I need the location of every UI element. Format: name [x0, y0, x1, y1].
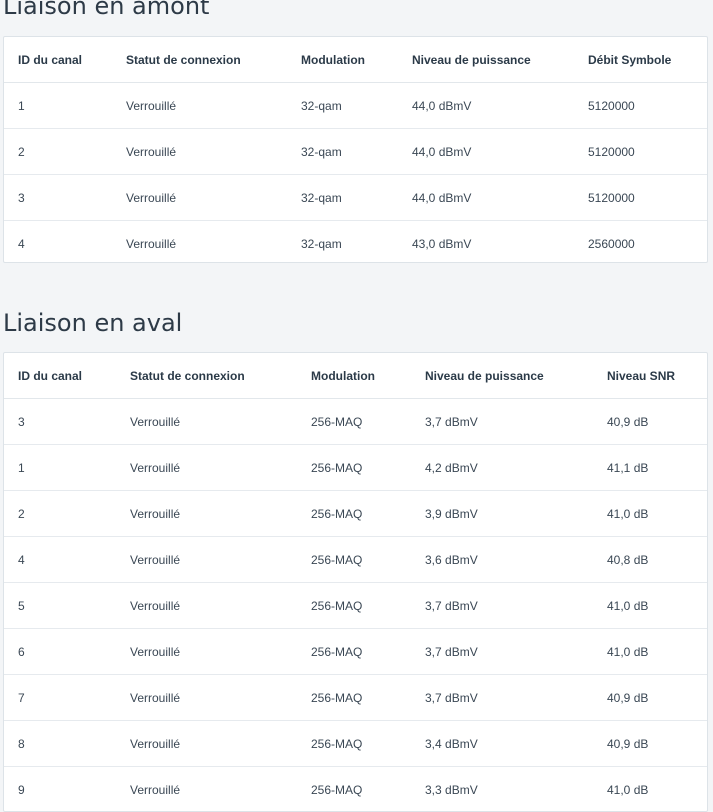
table-row: 3 Verrouillé 32-qam 44,0 dBmV 5120000 [4, 175, 707, 221]
cell-connection-status: Verrouillé [116, 721, 297, 767]
cell-snr-level: 41,1 dB [593, 445, 707, 491]
table-row: 2 Verrouillé 256-MAQ 3,9 dBmV 41,0 dB [4, 491, 707, 537]
cell-channel-id: 1 [4, 445, 116, 491]
table-row: 3 Verrouillé 256-MAQ 3,7 dBmV 40,9 dB [4, 399, 707, 445]
cell-channel-id: 1 [4, 83, 112, 129]
column-header-connection-status: Statut de connexion [116, 353, 297, 399]
cell-power-level: 3,4 dBmV [411, 721, 593, 767]
cell-modulation: 256-MAQ [297, 629, 411, 675]
table-header-row: ID du canal Statut de connexion Modulati… [4, 353, 707, 399]
cell-snr-level: 40,9 dB [593, 675, 707, 721]
cell-channel-id: 4 [4, 221, 112, 264]
cell-connection-status: Verrouillé [112, 175, 287, 221]
cell-connection-status: Verrouillé [116, 537, 297, 583]
cell-power-level: 3,6 dBmV [411, 537, 593, 583]
table-row: 6 Verrouillé 256-MAQ 3,7 dBmV 41,0 dB [4, 629, 707, 675]
column-header-modulation: Modulation [297, 353, 411, 399]
downstream-title: Liaison en aval [3, 308, 182, 338]
column-header-channel-id: ID du canal [4, 353, 116, 399]
cell-snr-level: 41,0 dB [593, 629, 707, 675]
cell-snr-level: 41,0 dB [593, 767, 707, 812]
cell-connection-status: Verrouillé [116, 629, 297, 675]
cell-connection-status: Verrouillé [116, 491, 297, 537]
cell-modulation: 256-MAQ [297, 399, 411, 445]
upstream-title: Liaison en amont [3, 0, 209, 21]
table-row: 1 Verrouillé 32-qam 44,0 dBmV 5120000 [4, 83, 707, 129]
cell-channel-id: 4 [4, 537, 116, 583]
cell-symbol-rate: 5120000 [574, 129, 707, 175]
cell-channel-id: 6 [4, 629, 116, 675]
cell-power-level: 3,7 dBmV [411, 629, 593, 675]
cell-modulation: 32-qam [287, 221, 398, 264]
cell-modulation: 256-MAQ [297, 583, 411, 629]
column-header-modulation: Modulation [287, 37, 398, 83]
cell-channel-id: 5 [4, 583, 116, 629]
cell-snr-level: 41,0 dB [593, 583, 707, 629]
cell-modulation: 256-MAQ [297, 675, 411, 721]
cell-symbol-rate: 2560000 [574, 221, 707, 264]
column-header-snr-level: Niveau SNR [593, 353, 707, 399]
column-header-power-level: Niveau de puissance [398, 37, 574, 83]
table-row: 1 Verrouillé 256-MAQ 4,2 dBmV 41,1 dB [4, 445, 707, 491]
table-row: 8 Verrouillé 256-MAQ 3,4 dBmV 40,9 dB [4, 721, 707, 767]
cell-connection-status: Verrouillé [116, 445, 297, 491]
cell-power-level: 44,0 dBmV [398, 175, 574, 221]
table-row: 4 Verrouillé 256-MAQ 3,6 dBmV 40,8 dB [4, 537, 707, 583]
cell-modulation: 256-MAQ [297, 721, 411, 767]
cell-channel-id: 9 [4, 767, 116, 812]
cell-power-level: 4,2 dBmV [411, 445, 593, 491]
cell-connection-status: Verrouillé [112, 83, 287, 129]
table-row: 5 Verrouillé 256-MAQ 3,7 dBmV 41,0 dB [4, 583, 707, 629]
upstream-table-card: ID du canal Statut de connexion Modulati… [3, 36, 708, 263]
table-row: 7 Verrouillé 256-MAQ 3,7 dBmV 40,9 dB [4, 675, 707, 721]
downstream-table: ID du canal Statut de connexion Modulati… [4, 353, 707, 812]
upstream-table: ID du canal Statut de connexion Modulati… [4, 37, 707, 263]
cell-power-level: 3,7 dBmV [411, 675, 593, 721]
cell-modulation: 256-MAQ [297, 537, 411, 583]
cell-channel-id: 8 [4, 721, 116, 767]
cell-power-level: 44,0 dBmV [398, 83, 574, 129]
cell-power-level: 44,0 dBmV [398, 129, 574, 175]
cell-snr-level: 40,9 dB [593, 399, 707, 445]
cell-symbol-rate: 5120000 [574, 83, 707, 129]
cell-connection-status: Verrouillé [112, 221, 287, 264]
cell-channel-id: 2 [4, 129, 112, 175]
column-header-symbol-rate: Débit Symbole [574, 37, 707, 83]
cell-channel-id: 3 [4, 175, 112, 221]
cell-connection-status: Verrouillé [116, 399, 297, 445]
cell-power-level: 3,7 dBmV [411, 399, 593, 445]
cell-modulation: 32-qam [287, 83, 398, 129]
cell-snr-level: 41,0 dB [593, 491, 707, 537]
cell-power-level: 43,0 dBmV [398, 221, 574, 264]
cell-connection-status: Verrouillé [112, 129, 287, 175]
cell-power-level: 3,3 dBmV [411, 767, 593, 812]
cell-snr-level: 40,8 dB [593, 537, 707, 583]
column-header-connection-status: Statut de connexion [112, 37, 287, 83]
table-row: 9 Verrouillé 256-MAQ 3,3 dBmV 41,0 dB [4, 767, 707, 812]
cell-modulation: 256-MAQ [297, 767, 411, 812]
cell-connection-status: Verrouillé [116, 583, 297, 629]
cell-connection-status: Verrouillé [116, 767, 297, 812]
cell-channel-id: 2 [4, 491, 116, 537]
column-header-channel-id: ID du canal [4, 37, 112, 83]
column-header-power-level: Niveau de puissance [411, 353, 593, 399]
table-row: 4 Verrouillé 32-qam 43,0 dBmV 2560000 [4, 221, 707, 264]
table-header-row: ID du canal Statut de connexion Modulati… [4, 37, 707, 83]
table-row: 2 Verrouillé 32-qam 44,0 dBmV 5120000 [4, 129, 707, 175]
cell-modulation: 256-MAQ [297, 445, 411, 491]
cell-connection-status: Verrouillé [116, 675, 297, 721]
downstream-table-card: ID du canal Statut de connexion Modulati… [3, 352, 708, 812]
cell-modulation: 256-MAQ [297, 491, 411, 537]
cell-channel-id: 7 [4, 675, 116, 721]
cell-symbol-rate: 5120000 [574, 175, 707, 221]
cell-power-level: 3,7 dBmV [411, 583, 593, 629]
cell-power-level: 3,9 dBmV [411, 491, 593, 537]
cell-modulation: 32-qam [287, 175, 398, 221]
cell-channel-id: 3 [4, 399, 116, 445]
cell-modulation: 32-qam [287, 129, 398, 175]
cell-snr-level: 40,9 dB [593, 721, 707, 767]
